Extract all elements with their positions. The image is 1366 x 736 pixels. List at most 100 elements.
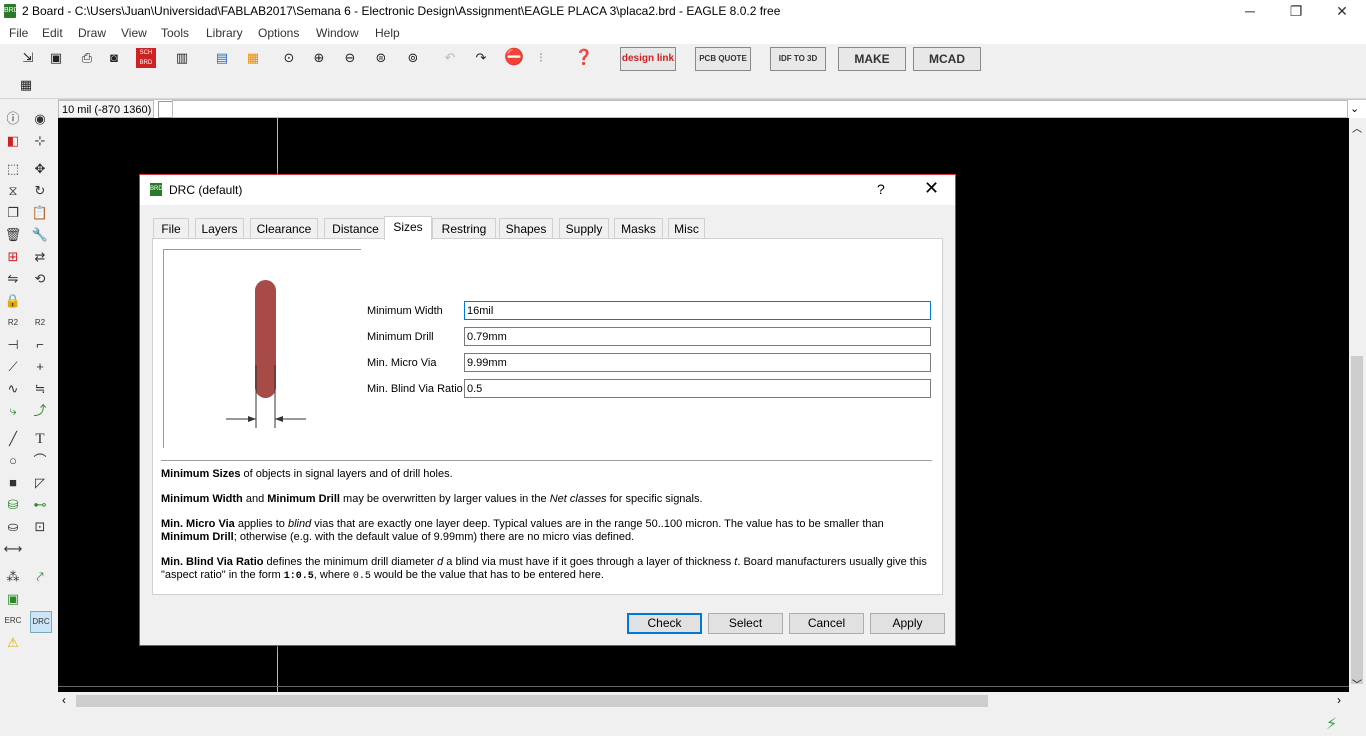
chevron-down-icon[interactable]: ⌄ — [1350, 102, 1359, 115]
lock-swap-icon[interactable]: ⟲ — [30, 269, 50, 289]
smash-icon[interactable]: ⊣ — [3, 335, 23, 355]
horizontal-scrollbar[interactable]: ‹ › — [58, 692, 1349, 710]
help-icon[interactable]: ❓ — [574, 48, 594, 68]
scroll-left-icon[interactable]: ‹ — [62, 693, 66, 707]
restore-button[interactable]: ❐ — [1273, 0, 1319, 22]
tab-sizes[interactable]: Sizes — [384, 216, 432, 240]
redo-icon[interactable]: ↷ — [471, 48, 491, 68]
cam-icon[interactable]: ◙ — [104, 48, 124, 68]
zoom-fit-icon[interactable]: ⊙ — [279, 48, 299, 68]
check-button[interactable]: Check — [627, 613, 702, 634]
name-icon[interactable]: R2 — [3, 313, 23, 333]
scroll-down-icon[interactable]: ﹀ — [1352, 676, 1362, 691]
min-blind-via-ratio-input[interactable] — [464, 379, 931, 398]
tab-shapes[interactable]: Shapes — [499, 218, 553, 239]
select-button[interactable]: Select — [708, 613, 783, 634]
tab-masks[interactable]: Masks — [614, 218, 663, 239]
swap-icon[interactable]: ⇋ — [3, 269, 23, 289]
replace-icon[interactable]: ⇄ — [30, 247, 50, 267]
ulp-icon[interactable]: ▦ — [243, 48, 263, 68]
zoom-in-icon[interactable]: ⊕ — [309, 48, 329, 68]
scroll-up-icon[interactable]: ︿ — [1352, 120, 1362, 135]
make-button[interactable]: MAKE — [838, 47, 906, 71]
rect-icon[interactable]: ■ — [3, 473, 23, 493]
route-icon[interactable]: ⤷ — [3, 401, 23, 421]
scroll-right-icon[interactable]: › — [1337, 693, 1341, 707]
minimum-drill-input[interactable] — [464, 327, 931, 346]
arc-icon[interactable]: ⌒ — [30, 451, 50, 471]
pcb-quote-button[interactable]: PCB QUOTE — [695, 47, 751, 71]
idf-to-3d-button[interactable]: IDF TO 3D — [770, 47, 826, 71]
value-icon[interactable]: R2 — [30, 313, 50, 333]
stop-icon[interactable]: ⛔ — [504, 48, 524, 68]
vertical-scrollbar[interactable]: ︿ ﹀ — [1349, 118, 1366, 692]
line-icon[interactable]: ╱ — [3, 429, 23, 449]
menu-tools[interactable]: Tools — [161, 26, 189, 40]
meander-icon[interactable]: ∿ — [3, 379, 23, 399]
move-icon[interactable]: ✥ — [30, 159, 50, 179]
dialog-help-button[interactable]: ? — [877, 181, 885, 197]
menu-draw[interactable]: Draw — [78, 26, 106, 40]
select-icon[interactable]: ⬚ — [3, 159, 23, 179]
show-icon[interactable]: ◉ — [30, 109, 50, 129]
save-icon[interactable]: ▣ — [46, 48, 66, 68]
tab-file[interactable]: File — [153, 218, 189, 239]
vertical-scroll-thumb[interactable] — [1351, 356, 1363, 684]
warning-icon[interactable]: ⚠ — [3, 633, 23, 653]
optimize-icon[interactable]: + — [30, 357, 50, 377]
info-icon[interactable]: ⓘ — [3, 109, 23, 129]
lock-icon[interactable]: 🔒 — [3, 291, 23, 311]
tab-clearance[interactable]: Clearance — [250, 218, 318, 239]
menu-view[interactable]: View — [121, 26, 147, 40]
sch-brd-button[interactable]: SCH BRD — [136, 48, 156, 68]
open-icon[interactable]: ⇲ — [18, 48, 38, 68]
attribute-icon[interactable]: ⊡ — [30, 517, 50, 537]
delete-icon[interactable]: 🗑 — [3, 225, 23, 245]
menu-library[interactable]: Library — [206, 26, 243, 40]
polygon-icon[interactable]: ◸ — [30, 473, 50, 493]
cancel-button[interactable]: Cancel — [789, 613, 864, 634]
print-icon[interactable]: ⎙ — [77, 48, 97, 68]
zoom-redraw-icon[interactable]: ⊜ — [371, 48, 391, 68]
menu-file[interactable]: File — [9, 26, 28, 40]
grid-icon[interactable]: ▦ — [16, 75, 36, 95]
add-icon[interactable]: ⊞ — [3, 247, 23, 267]
minimize-button[interactable]: ─ — [1227, 0, 1273, 22]
ripup-icon[interactable]: ⤴ — [30, 401, 50, 421]
go-icon[interactable]: ⁝ — [531, 48, 551, 68]
split-icon[interactable]: ⟋ — [3, 357, 23, 377]
command-checkbox[interactable] — [158, 101, 173, 118]
tab-misc[interactable]: Misc — [668, 218, 705, 239]
signal-icon[interactable]: ⊷ — [30, 495, 50, 515]
hole-icon[interactable]: ⛀ — [3, 517, 23, 537]
zoom-out-icon[interactable]: ⊖ — [340, 48, 360, 68]
library-icon[interactable]: ▥ — [172, 48, 192, 68]
wrench-icon[interactable]: 🔧 — [30, 225, 50, 245]
mcad-button[interactable]: MCAD — [913, 47, 981, 71]
mark-icon[interactable]: ⊹ — [30, 131, 50, 151]
drc-button[interactable]: DRC — [30, 611, 52, 633]
ratsnest-icon[interactable]: ⁂ — [3, 567, 23, 587]
rotate-icon[interactable]: ↻ — [30, 181, 50, 201]
menu-window[interactable]: Window — [316, 26, 359, 40]
undo-icon[interactable]: ↶ — [440, 48, 460, 68]
min-micro-via-input[interactable] — [464, 353, 931, 372]
schematic-icon[interactable]: ▤ — [212, 48, 232, 68]
dialog-close-button[interactable]: ✕ — [924, 178, 939, 199]
erc-button[interactable]: ERC — [3, 611, 23, 631]
tab-restring[interactable]: Restring — [432, 218, 496, 239]
dimension-icon[interactable]: ⟷ — [3, 539, 23, 559]
command-input[interactable] — [172, 100, 1348, 118]
zoom-select-icon[interactable]: ⊚ — [403, 48, 423, 68]
tab-distance[interactable]: Distance — [324, 218, 387, 239]
mirror-icon[interactable]: ⧖ — [3, 181, 23, 201]
diff-pair-icon[interactable]: ≒ — [30, 379, 50, 399]
layers-icon[interactable]: ◧ — [3, 131, 23, 151]
horizontal-scroll-thumb[interactable] — [76, 695, 988, 707]
copy-icon[interactable]: ❐ — [3, 203, 23, 223]
autorouter-icon[interactable]: ⤤ — [30, 567, 50, 587]
apply-button[interactable]: Apply — [870, 613, 945, 634]
close-window-button[interactable]: ✕ — [1319, 0, 1365, 22]
menu-help[interactable]: Help — [375, 26, 400, 40]
tab-supply[interactable]: Supply — [559, 218, 609, 239]
